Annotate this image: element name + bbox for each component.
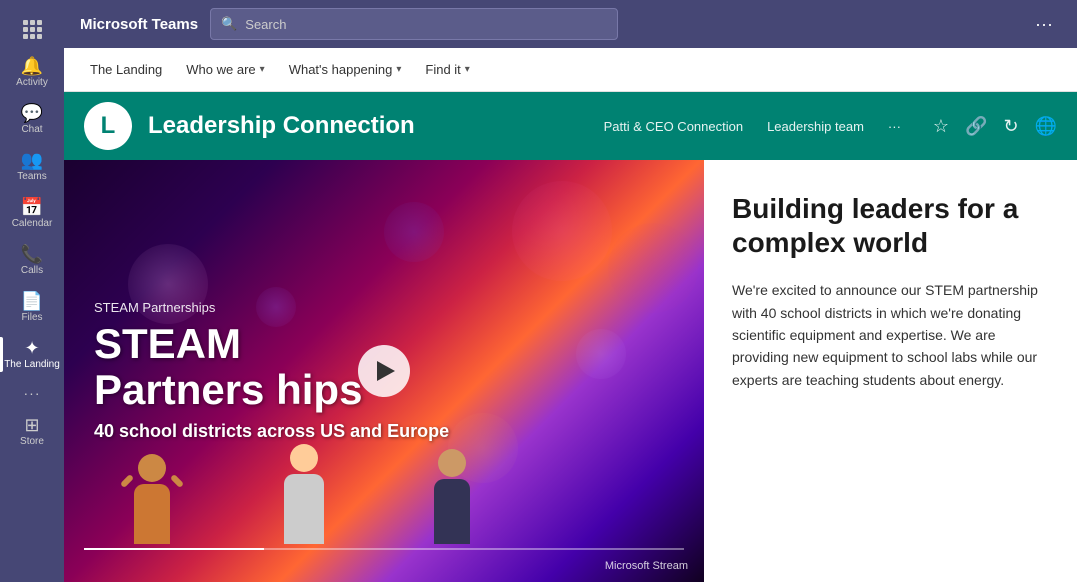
nav-label-the-landing: The Landing [90,62,162,77]
sp-nav-patti-ceo[interactable]: Patti & CEO Connection [604,119,743,134]
content-area: STEAM Partnerships STEAM Partners hips 4… [64,160,1077,582]
sidebar-label-calendar: Calendar [12,218,53,229]
nav-label-find-it: Find it [425,62,460,77]
search-bar[interactable]: 🔍 Search [210,8,617,40]
nav-label-whats-happening: What's happening [289,62,393,77]
logo-icon: L [101,112,116,140]
video-subtitle: STEAM Partnerships [94,300,674,315]
sidebar-item-apps[interactable] [0,8,64,49]
sidebar-label-calls: Calls [21,265,43,276]
more-icon: ··· [24,386,41,400]
sidebar-item-teams[interactable]: 👥 Teams [0,143,64,190]
topbar-more-button[interactable]: ··· [1027,10,1061,39]
landing-icon: ✦ [24,339,39,357]
play-button[interactable] [358,345,410,397]
calls-icon: 📞 [21,245,43,263]
video-progress-fill [84,548,264,550]
sp-header: L Leadership Connection Patti & CEO Conn… [64,92,1077,160]
main-content: Microsoft Teams 🔍 Search ··· The Landing… [64,0,1077,582]
files-icon: 📄 [21,292,43,310]
children-image [64,402,704,582]
panel-heading: Building leaders for a complex world [732,192,1049,259]
chat-icon: 💬 [21,104,43,122]
sidebar-item-landing[interactable]: ✦ The Landing [0,331,64,378]
nav-label-who-we-are: Who we are [186,62,255,77]
nav-item-the-landing[interactable]: The Landing [80,56,172,83]
sidebar-label-activity: Activity [16,77,48,88]
activity-icon: 🔔 [21,57,43,75]
sp-nav-more[interactable]: ··· [888,119,901,134]
sidebar-label-files: Files [21,312,42,323]
sp-nav: Patti & CEO Connection Leadership team ·… [604,119,901,134]
sp-logo: L [84,102,132,150]
sidebar: 🔔 Activity 💬 Chat 👥 Teams 📅 Calendar 📞 C… [0,0,64,582]
refresh-icon[interactable]: ↻ [1003,116,1018,137]
sidebar-label-store: Store [20,436,44,447]
sidebar-label-landing: The Landing [4,359,60,370]
right-panel: Building leaders for a complex world We'… [704,160,1077,582]
video-progress-bar[interactable] [84,548,684,550]
app-title: Microsoft Teams [80,16,198,33]
sidebar-item-calls[interactable]: 📞 Calls [0,237,64,284]
search-icon: 🔍 [221,16,237,32]
star-icon[interactable]: ☆ [933,116,949,137]
calendar-icon: 📅 [21,198,43,216]
navbar: The Landing Who we are ▾ What's happenin… [64,48,1077,92]
globe-icon[interactable]: 🌐 [1035,116,1057,137]
sp-nav-leadership-team[interactable]: Leadership team [767,119,864,134]
chevron-down-icon: ▾ [260,64,265,75]
topbar: Microsoft Teams 🔍 Search ··· [64,0,1077,48]
nav-item-find-it[interactable]: Find it ▾ [415,56,479,83]
sidebar-label-teams: Teams [17,171,46,182]
grid-icon [23,20,42,39]
search-placeholder: Search [245,17,286,32]
video-title-line1: STEAM [94,320,241,367]
sidebar-item-activity[interactable]: 🔔 Activity [0,49,64,96]
sidebar-item-more[interactable]: ··· [0,378,64,408]
sidebar-label-chat: Chat [21,124,42,135]
chevron-down-icon: ▾ [396,64,401,75]
store-icon: ⊞ [24,416,39,434]
nav-item-who-we-are[interactable]: Who we are ▾ [176,56,274,83]
play-icon [377,361,395,381]
sp-actions: ☆ 🔗 ↻ 🌐 [933,116,1057,137]
sidebar-item-calendar[interactable]: 📅 Calendar [0,190,64,237]
ms-stream-label: Microsoft Stream [605,560,688,572]
nav-item-whats-happening[interactable]: What's happening ▾ [279,56,412,83]
sidebar-item-files[interactable]: 📄 Files [0,284,64,331]
chevron-down-icon: ▾ [465,64,470,75]
teams-icon: 👥 [21,151,43,169]
sidebar-item-chat[interactable]: 💬 Chat [0,96,64,143]
sp-title: Leadership Connection [148,112,588,140]
sidebar-item-store[interactable]: ⊞ Store [0,408,64,455]
video-section: STEAM Partnerships STEAM Partners hips 4… [64,160,704,582]
panel-body: We're excited to announce our STEM partn… [732,279,1049,391]
link-icon[interactable]: 🔗 [965,116,987,137]
